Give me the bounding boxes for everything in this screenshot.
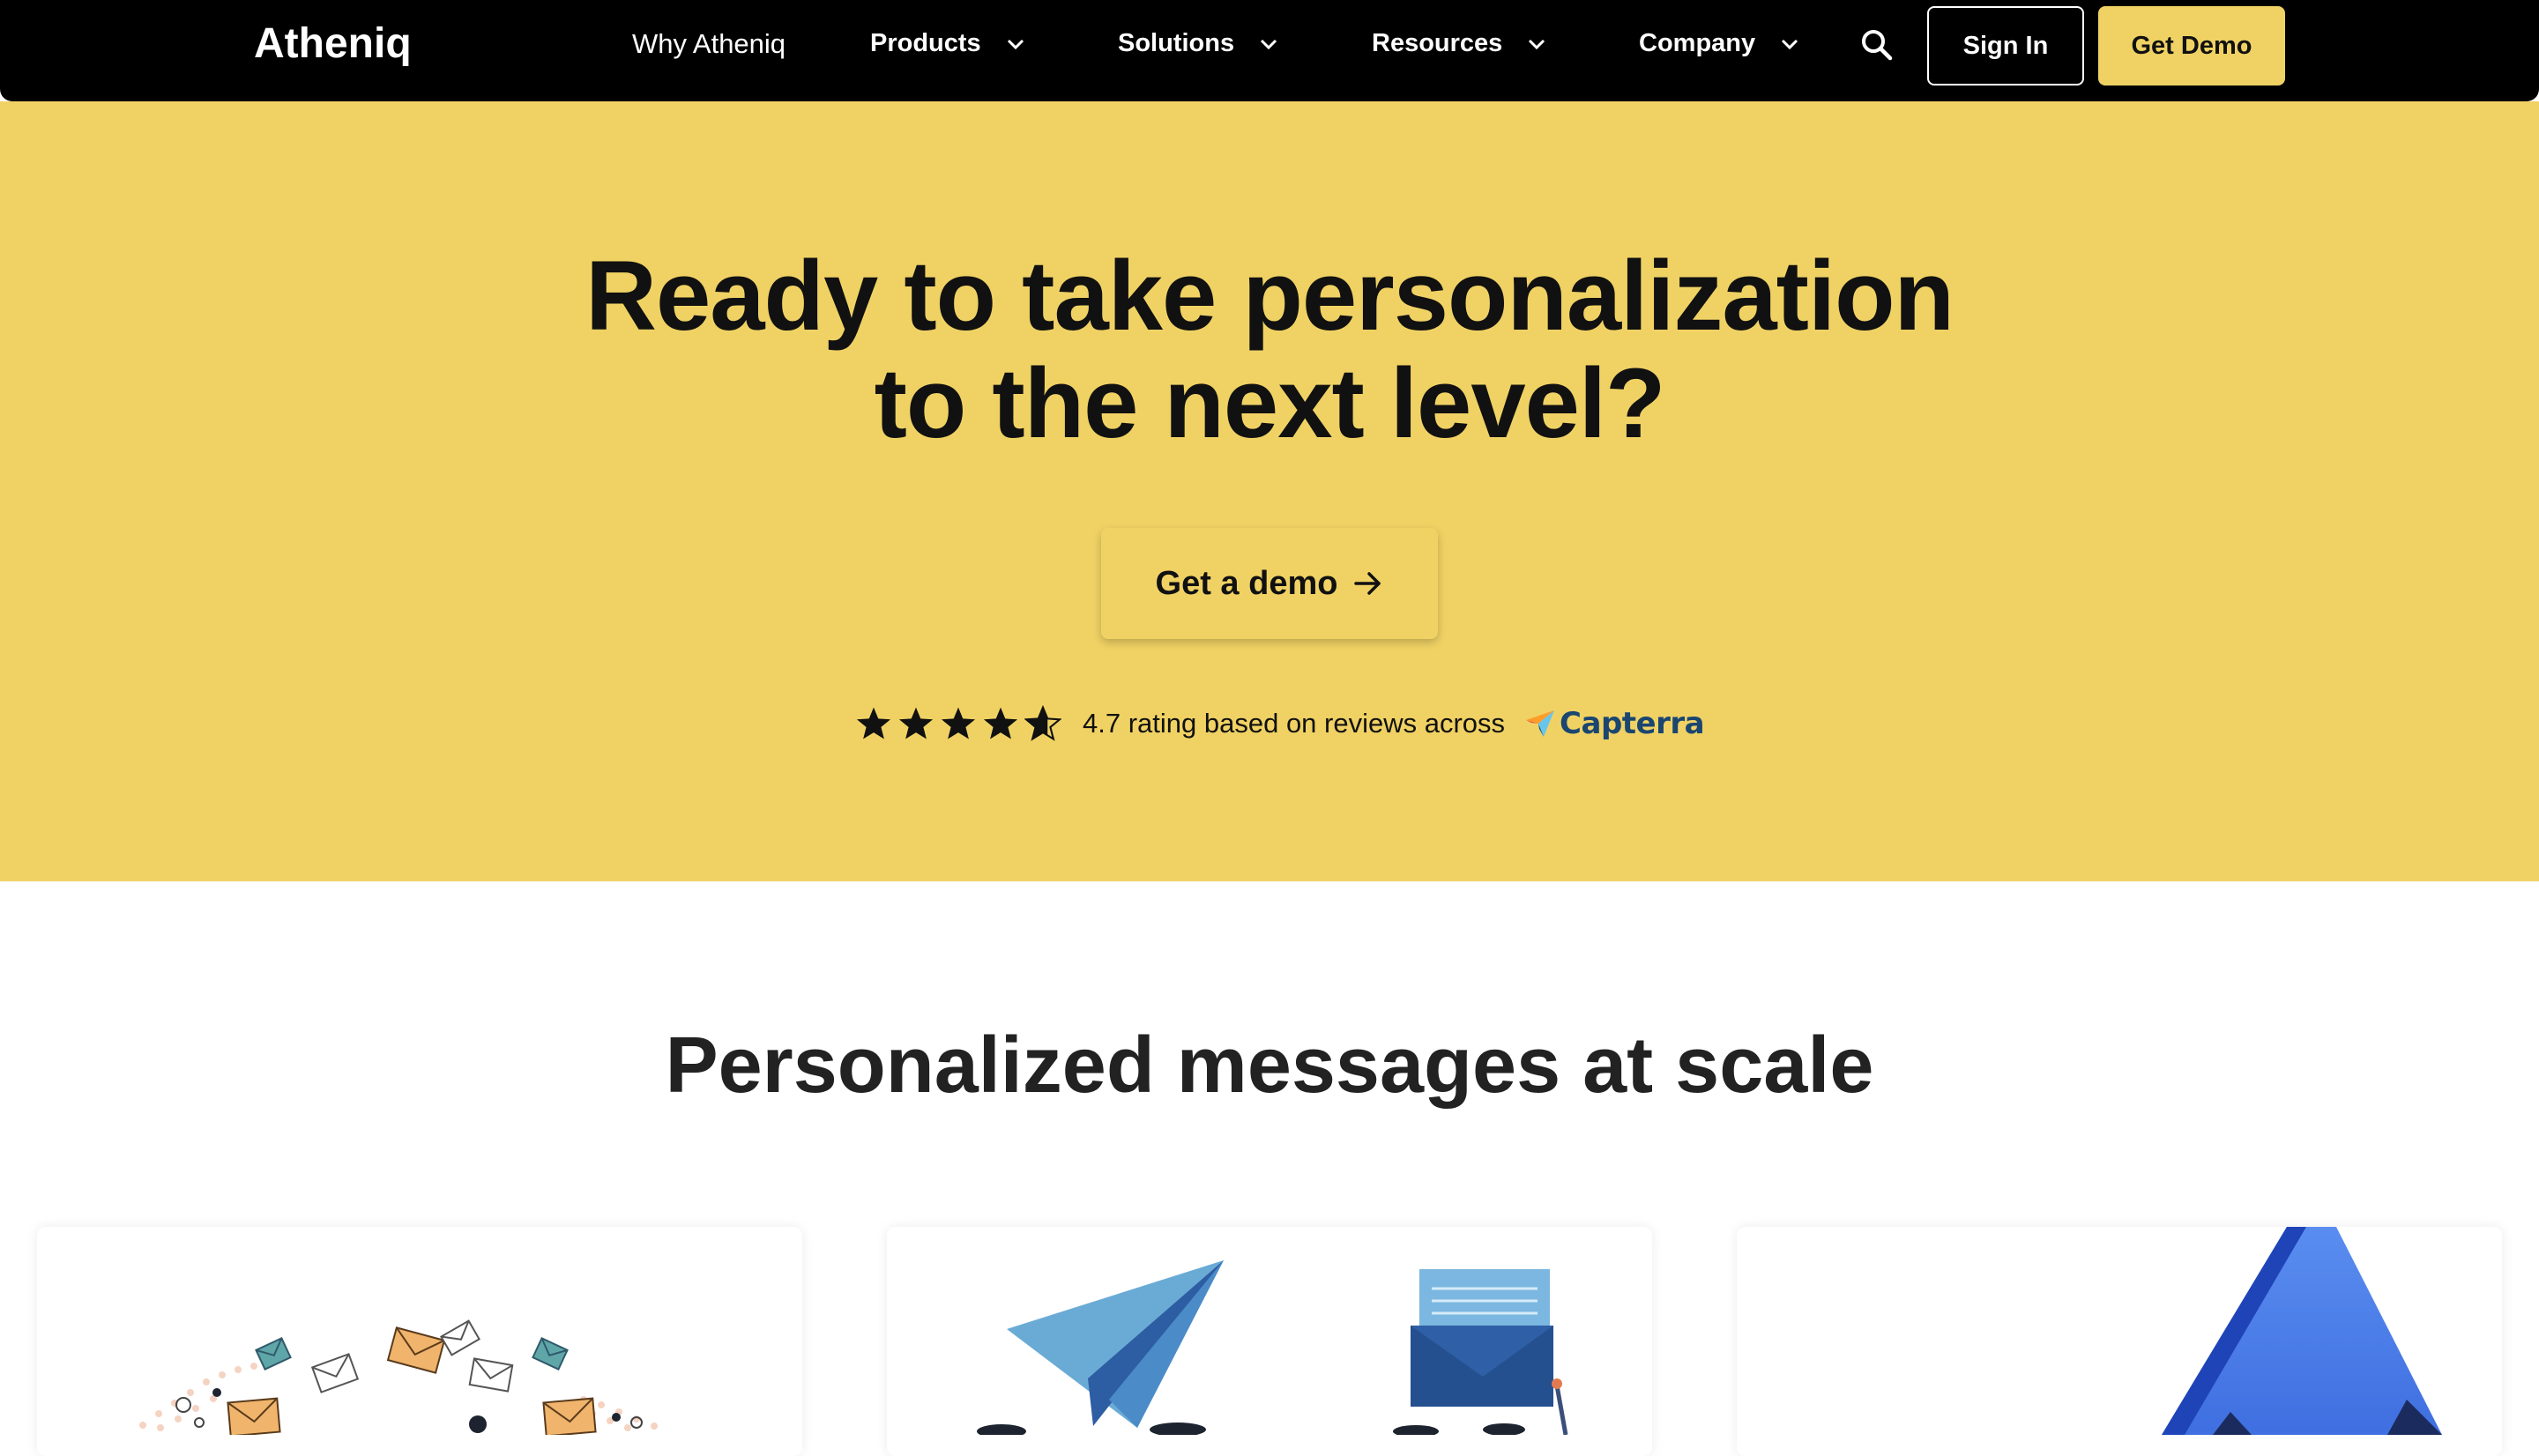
- star-icon: [983, 707, 1018, 739]
- hero-title: Ready to take personalization to the nex…: [0, 242, 2539, 457]
- star-icon: [856, 707, 891, 739]
- hero-title-line-1: Ready to take personalization: [585, 241, 1955, 351]
- star-half-icon: [1024, 705, 1061, 741]
- section-title: Personalized messages at scale: [665, 1021, 1874, 1110]
- capterra-wordmark: Capterra: [1560, 706, 1705, 741]
- nav-company[interactable]: Company: [1639, 29, 1799, 58]
- star-icon: [898, 707, 934, 739]
- growth-arrow-illustration: [2162, 1227, 2442, 1435]
- chevron-down-icon: [1007, 39, 1024, 49]
- feature-card-2[interactable]: [887, 1227, 1652, 1456]
- feature-card-1[interactable]: [37, 1227, 802, 1456]
- hero-title-line-2: to the next level?: [874, 348, 1666, 458]
- nav-resources[interactable]: Resources: [1372, 29, 1546, 58]
- capterra-logo-icon: [1526, 710, 1555, 737]
- chevron-down-icon: [1261, 39, 1277, 49]
- nav-products-label: Products: [870, 29, 981, 57]
- star-rating: [855, 705, 1067, 742]
- paper-plane-envelope-illustration: [977, 1260, 1568, 1438]
- nav-why-atheniq[interactable]: Why Atheniq: [632, 28, 786, 60]
- chevron-down-icon: [1529, 39, 1545, 49]
- email-burst-illustration: [139, 1319, 658, 1437]
- capterra-logo[interactable]: Capterra: [1524, 706, 1705, 741]
- star-icon: [941, 707, 976, 739]
- nav-solutions-label: Solutions: [1118, 29, 1235, 57]
- nav-products[interactable]: Products: [870, 29, 1025, 58]
- hero-section: Ready to take personalization to the nex…: [0, 101, 2539, 881]
- arrow-right-icon: [1354, 572, 1381, 595]
- rating-row: 4.7 rating based on reviews across Capte…: [855, 697, 1705, 750]
- get-demo-button[interactable]: Get Demo: [2098, 6, 2285, 85]
- logo[interactable]: Atheniq: [254, 19, 412, 68]
- nav-resources-label: Resources: [1372, 29, 1503, 57]
- nav-solutions[interactable]: Solutions: [1118, 29, 1278, 58]
- search-icon[interactable]: [1858, 26, 1895, 63]
- top-nav: Atheniq Why Atheniq Products Solutions R…: [0, 0, 2539, 101]
- sign-in-button[interactable]: Sign In: [1927, 6, 2084, 85]
- nav-why-atheniq-label: Why Atheniq: [632, 28, 786, 59]
- feature-card-3[interactable]: [1737, 1227, 2502, 1456]
- chevron-down-icon: [1782, 39, 1798, 49]
- nav-company-label: Company: [1639, 29, 1756, 57]
- rating-text: 4.7 rating based on reviews across: [1083, 708, 1506, 739]
- get-a-demo-button[interactable]: Get a demo: [1101, 528, 1438, 639]
- get-a-demo-label: Get a demo: [1155, 564, 1338, 602]
